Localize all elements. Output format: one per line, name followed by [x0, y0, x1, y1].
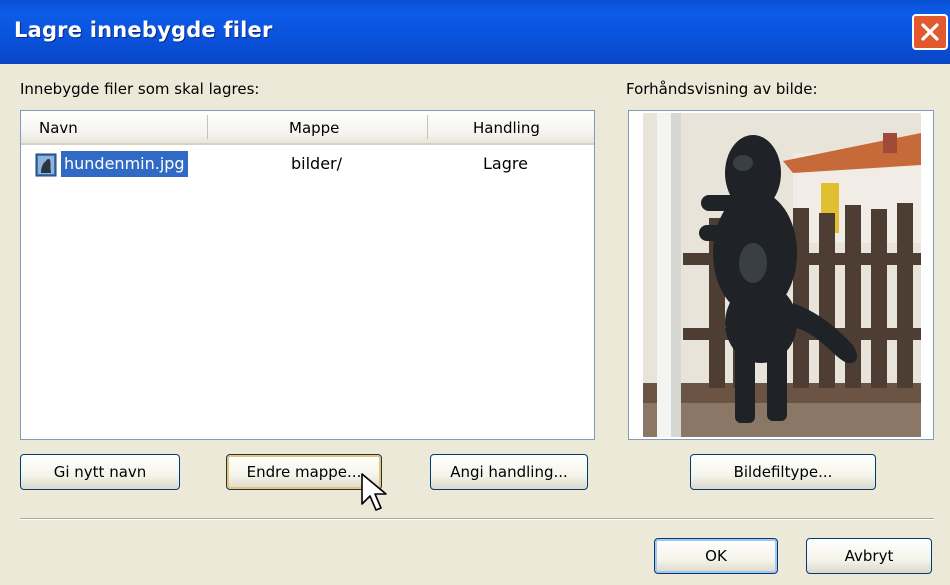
- set-action-button[interactable]: Angi handling...: [430, 454, 588, 490]
- image-file-type-button[interactable]: Bildefiltype...: [690, 454, 876, 490]
- folder-cell: bilder/: [291, 154, 343, 173]
- close-icon: [921, 23, 939, 41]
- window-title: Lagre innebygde filer: [14, 18, 273, 42]
- close-button[interactable]: [912, 14, 948, 50]
- table-row[interactable]: hundenmin.jpg bilder/ Lagre: [21, 149, 594, 179]
- rename-button[interactable]: Gi nytt navn: [20, 454, 180, 490]
- list-header: Navn Mappe Handling: [21, 111, 594, 145]
- embedded-files-list[interactable]: Navn Mappe Handling hundenmin.jpg bilder…: [20, 110, 595, 440]
- file-name-cell[interactable]: hundenmin.jpg: [61, 151, 188, 177]
- column-header-navn[interactable]: Navn: [39, 111, 78, 143]
- action-cell: Lagre: [483, 154, 528, 173]
- mouse-pointer-icon: [361, 473, 387, 511]
- cancel-button[interactable]: Avbryt: [806, 538, 932, 574]
- image-preview: [628, 110, 934, 440]
- separator: [20, 518, 934, 520]
- image-file-icon: [35, 153, 57, 177]
- dog-photo-preview: [643, 113, 921, 437]
- column-divider[interactable]: [207, 115, 208, 139]
- column-header-handling[interactable]: Handling: [473, 111, 540, 143]
- files-label: Innebygde filer som skal lagres:: [20, 80, 260, 98]
- change-folder-button[interactable]: Endre mappe...: [226, 454, 382, 490]
- column-header-mappe[interactable]: Mappe: [289, 111, 339, 143]
- preview-label: Forhåndsvisning av bilde:: [626, 80, 818, 98]
- ok-button[interactable]: OK: [654, 538, 778, 574]
- title-bar[interactable]: Lagre innebygde filer: [0, 0, 950, 64]
- column-divider[interactable]: [427, 115, 428, 139]
